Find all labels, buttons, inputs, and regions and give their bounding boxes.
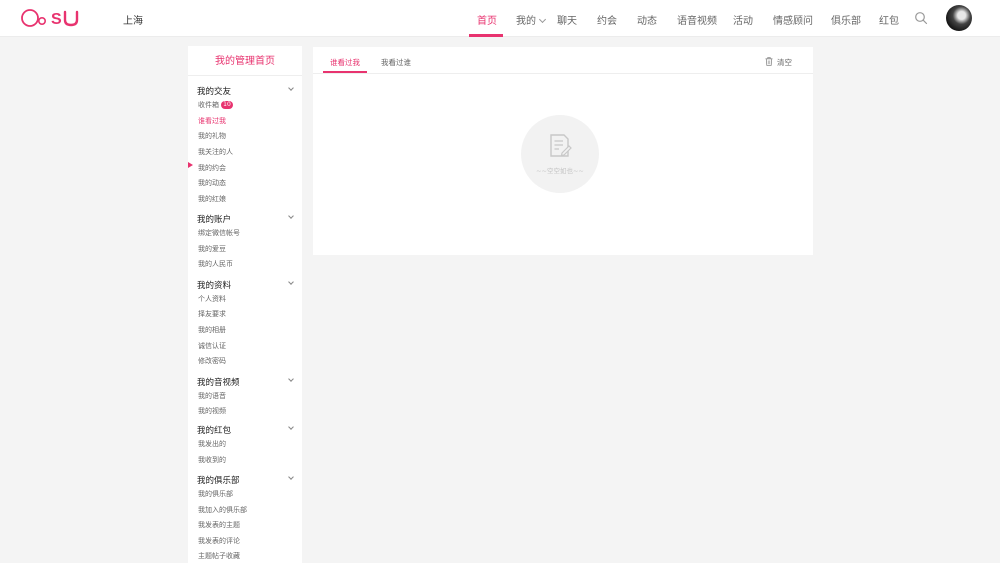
sidebar-item-inbox[interactable]: 收件箱 10 — [198, 100, 233, 110]
group-red-packet-title: 我的红包 — [197, 426, 232, 436]
nav-dating[interactable]: 约会 — [597, 12, 617, 27]
tab-active-underline — [323, 71, 367, 73]
chevron-down-icon — [288, 85, 294, 91]
sidebar-title[interactable]: 我的管理首页 — [188, 46, 302, 76]
sidebar-item-video[interactable]: 我的视频 — [198, 406, 226, 416]
nav-mine[interactable]: 我的 — [516, 12, 547, 27]
tab-who-viewed-me[interactable]: 谁看过我 — [330, 57, 360, 68]
visitors-panel: 谁看过我 我看过谁 清空 ~~空空如也~~ — [313, 47, 813, 255]
sidebar-item-sent[interactable]: 我发出的 — [198, 439, 226, 449]
chevron-down-icon — [288, 376, 294, 382]
empty-state: ~~空空如也~~ — [521, 115, 599, 193]
nav-club[interactable]: 俱乐部 — [831, 12, 861, 27]
nav-home[interactable]: 首页 — [477, 12, 497, 27]
sidebar-item-who-viewed-me[interactable]: 谁看过我 — [198, 116, 226, 126]
user-avatar[interactable] — [946, 5, 972, 31]
nav-counselor[interactable]: 情感顾问 — [773, 12, 813, 27]
tab-i-viewed[interactable]: 我看过谁 — [381, 57, 411, 68]
inbox-label: 收件箱 — [198, 101, 219, 109]
sidebar-item-change-password[interactable]: 修改密码 — [198, 356, 226, 366]
group-account[interactable]: 我的账户 — [197, 213, 294, 225]
sidebar-item-rmb[interactable]: 我的人民币 — [198, 259, 233, 269]
sidebar-item-beans[interactable]: 我的爱豆 — [198, 244, 226, 254]
chevron-down-icon — [288, 474, 294, 480]
inbox-count-badge: 10 — [221, 101, 233, 109]
chevron-down-icon — [288, 424, 294, 430]
sidebar-item-my-club[interactable]: 我的俱乐部 — [198, 489, 233, 499]
group-profile[interactable]: 我的资料 — [197, 279, 294, 291]
active-item-marker — [188, 162, 193, 168]
clear-button[interactable]: 清空 — [765, 57, 792, 68]
search-icon[interactable] — [914, 11, 928, 25]
document-edit-icon — [550, 134, 572, 157]
nav-moments[interactable]: 动态 — [637, 12, 657, 27]
main-nav: 首页 我的 聊天 约会 动态 语音视频 活动 情感顾问 俱乐部 红包 — [0, 0, 1000, 37]
sidebar-item-matchmaker[interactable]: 我的红娘 — [198, 194, 226, 204]
sidebar-item-partner-requirements[interactable]: 择友要求 — [198, 309, 226, 319]
sidebar-item-album[interactable]: 我的相册 — [198, 325, 226, 335]
group-av-title: 我的音视频 — [197, 378, 240, 388]
sidebar-item-bind-wechat[interactable]: 绑定微信帐号 — [198, 228, 240, 238]
empty-state-text: ~~空空如也~~ — [536, 167, 584, 175]
group-red-packet[interactable]: 我的红包 — [197, 424, 294, 436]
group-social[interactable]: 我的交友 — [197, 85, 294, 97]
sidebar-item-received[interactable]: 我收到的 — [198, 455, 226, 465]
tab-bar: 谁看过我 我看过谁 清空 — [313, 47, 813, 74]
chevron-down-icon — [288, 213, 294, 219]
sidebar-item-following[interactable]: 我关注的人 — [198, 147, 233, 157]
sidebar-item-moments[interactable]: 我的动态 — [198, 178, 226, 188]
sidebar-item-voice[interactable]: 我的语音 — [198, 391, 226, 401]
top-header: S 上海 首页 我的 聊天 约会 动态 语音视频 活动 情感顾问 俱乐部 红包 — [0, 0, 1000, 37]
group-club-title: 我的俱乐部 — [197, 476, 240, 486]
chevron-down-icon — [288, 279, 294, 285]
sidebar-item-personal-info[interactable]: 个人资料 — [198, 294, 226, 304]
sidebar-item-favorites[interactable]: 主题帖子收藏 — [198, 551, 240, 561]
group-club[interactable]: 我的俱乐部 — [197, 474, 294, 486]
sidebar-item-my-comments[interactable]: 我发表的评论 — [198, 536, 240, 546]
nav-active-underline — [469, 34, 503, 37]
group-av[interactable]: 我的音视频 — [197, 376, 294, 388]
sidebar-item-gifts[interactable]: 我的礼物 — [198, 131, 226, 141]
sidebar-item-joined-clubs[interactable]: 我加入的俱乐部 — [198, 505, 247, 515]
group-account-title: 我的账户 — [197, 215, 232, 225]
nav-voice-video[interactable]: 语音视频 — [677, 12, 717, 27]
chevron-down-icon — [538, 15, 547, 24]
sidebar-item-dates[interactable]: 我的约会 — [198, 163, 226, 173]
sidebar-item-verification[interactable]: 诚信认证 — [198, 341, 226, 351]
sidebar: 我的管理首页 我的交友 收件箱 10 谁看过我 我的礼物 我关注的人 我的约会 我… — [188, 46, 302, 563]
group-social-title: 我的交友 — [197, 87, 232, 97]
nav-mine-label: 我的 — [516, 16, 536, 27]
sidebar-item-my-topics[interactable]: 我发表的主题 — [198, 520, 240, 530]
group-profile-title: 我的资料 — [197, 281, 232, 291]
nav-red-packet[interactable]: 红包 — [879, 12, 899, 27]
nav-activities[interactable]: 活动 — [733, 12, 753, 27]
trash-icon — [765, 57, 773, 66]
clear-label: 清空 — [777, 58, 792, 67]
nav-chat[interactable]: 聊天 — [557, 12, 577, 27]
